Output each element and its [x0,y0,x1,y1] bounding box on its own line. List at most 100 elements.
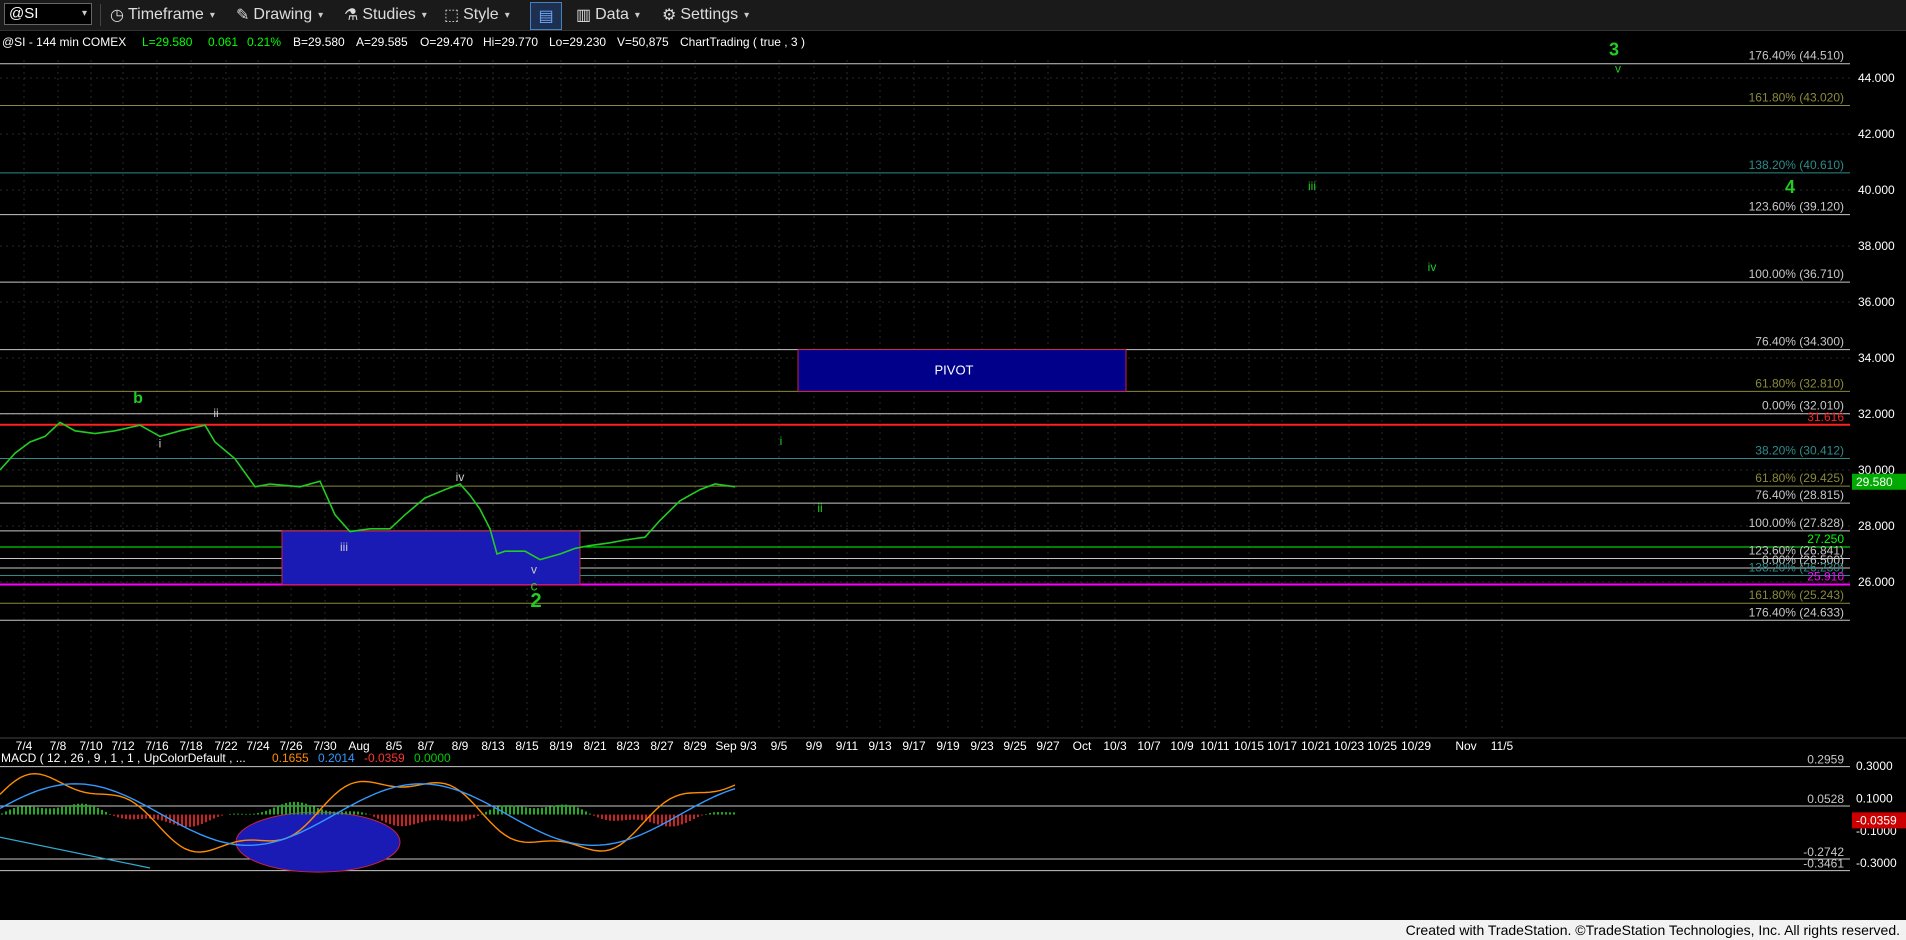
date-tick-label: 8/13 [481,739,505,753]
fib-label: 176.40% (44.510) [1749,49,1844,63]
bar-chart-icon: ▥ [576,7,592,24]
date-tick-label: 9/17 [902,739,926,753]
data-menu[interactable]: ▥ Data ▾ [576,4,640,26]
fib-label: 61.80% (29.425) [1755,471,1844,485]
macd-signal: 0.2014 [318,751,355,765]
date-tick-label: 7/16 [145,739,169,753]
date-tick-label: 10/17 [1267,739,1297,753]
timeframe-menu[interactable]: ◷ Timeframe ▾ [110,4,215,26]
chevron-down-icon: ▾ [421,9,427,21]
bid-price: B=29.580 [293,35,345,49]
fib-label: 38.20% (30.412) [1755,443,1844,457]
date-tick-label: Oct [1073,739,1092,753]
date-tick-label: 8/27 [650,739,674,753]
date-tick-label: 8/23 [616,739,640,753]
date-tick-label: 9/11 [836,739,859,753]
date-tick-label: 8/5 [386,739,403,753]
date-tick-label: 10/15 [1234,739,1264,753]
fib-label: 161.80% (25.243) [1749,588,1844,602]
price-axis[interactable]: 44.000 42.000 40.000 38.000 36.000 34.000 32.0… [1852,71,1906,589]
price-tick-label: 28.000 [1858,519,1895,533]
macd-label: MACD ( 12 , 26 , 9 , 1 , 1 , UpColorDefa… [1,751,246,765]
drawing-menu[interactable]: ✎ Drawing ▾ [236,4,323,26]
volume: V=50,875 [617,35,669,49]
price-tick-label: 44.000 [1858,71,1895,85]
pct-change: 0.21% [247,35,281,49]
date-tick-label: 7/10 [79,739,103,753]
macd-last-label: -0.0359 [1856,813,1897,827]
open-price: O=29.470 [420,35,473,49]
fib-label: 76.40% (28.815) [1755,488,1844,502]
chevron-down-icon: ▾ [81,8,87,19]
date-tick-label: 9/9 [806,739,823,753]
date-tick-label: 7/4 [16,739,33,753]
price-chart[interactable]: 176.40% (44.510) 161.80% (43.020) 138.20% … [0,30,1906,940]
price-tick-label: 26.000 [1858,575,1895,589]
date-tick-label: 9/25 [1003,739,1027,753]
date-tick-label: 8/19 [549,739,573,753]
symbol-input[interactable]: @SI ▾ [4,3,92,25]
low-price: Lo=29.230 [549,35,606,49]
price-tick-label: 34.000 [1858,351,1895,365]
price-tick-label: 40.000 [1858,183,1895,197]
symbol-line: @SI - 144 min COMEX [2,35,126,49]
fib-label: 25.910 [1807,570,1844,584]
wave-label: iv [456,470,465,484]
wave-label: b [133,390,143,407]
date-tick-label: 7/18 [179,739,203,753]
wave-label: 4 [1785,177,1795,197]
net-change: 0.061 [208,35,238,49]
studies-menu[interactable]: ⚗ Studies ▾ [344,4,427,26]
fib-label: 138.20% (40.610) [1749,158,1844,172]
flask-icon: ⚗ [344,7,359,24]
macd-highlight [235,811,401,873]
macd-panel[interactable]: MACD ( 12 , 26 , 9 , 1 , 1 , UpColorDefa… [0,737,1906,873]
macd-level-label: -0.3461 [1803,857,1844,871]
toolbar: @SI ▾ ◷ Timeframe ▾ ✎ Drawing ▾ ⚗ Studies ▾ ⬚ St… [0,0,1906,31]
macd-trend-line [0,836,151,869]
pivot-label: PIVOT [934,362,973,377]
date-tick-label: 9/5 [771,739,788,753]
chart-grid [0,60,1850,730]
fib-label: 161.80% (43.020) [1749,90,1844,104]
toolbar-divider [100,4,101,26]
date-tick-label: Aug [348,739,369,753]
wave-label: 2 [530,590,541,612]
macd-zero: 0.0000 [414,751,451,765]
date-tick-label: 8/29 [683,739,707,753]
chevron-down-icon: ▾ [744,9,750,21]
chart-header: @SI - 144 min COMEX L=29.580 0.061 0.21%… [2,35,805,49]
style-icon: ⬚ [444,7,460,24]
macd-value: 0.1655 [272,751,309,765]
date-tick-label: 10/11 [1200,739,1229,753]
style-menu[interactable]: ⬚ Style ▾ [444,4,510,26]
date-tick-label: 8/21 [583,739,607,753]
date-tick-label: 8/15 [515,739,539,753]
wave-label: i [159,437,162,451]
date-tick-label: Sep 9/3 [715,739,757,753]
wave-label: 3 [1609,40,1619,60]
date-tick-label: 10/7 [1137,739,1161,753]
last-price-label: 29.580 [1856,475,1893,489]
date-tick-label: 9/27 [1036,739,1060,753]
price-tick-label: 38.000 [1858,239,1895,253]
ask-price: A=29.585 [356,35,408,49]
wave-label: iii [1308,179,1316,193]
date-tick-label: 10/29 [1401,739,1431,753]
fib-label: 31.616 [1807,410,1844,424]
settings-menu[interactable]: ⚙ Settings ▾ [662,4,749,26]
date-tick-label: 9/13 [868,739,892,753]
copyright-text: Created with TradeStation. ©TradeStation… [1405,922,1900,938]
wave-label: iv [1428,260,1437,274]
fib-label: 100.00% (27.828) [1749,516,1844,530]
wave-label: ii [817,501,822,515]
macd-level-label: 0.2959 [1807,753,1844,767]
chevron-down-icon: ▾ [209,9,215,21]
chart-layout-button[interactable]: ▤ [530,2,562,30]
wave-label: v [1615,61,1621,75]
footer: Created with TradeStation. ©TradeStation… [0,920,1906,940]
date-tick-label: 10/9 [1170,739,1194,753]
high-price: Hi=29.770 [483,35,538,49]
date-tick-label: 8/7 [418,739,435,753]
date-tick-label: Nov [1455,739,1476,753]
